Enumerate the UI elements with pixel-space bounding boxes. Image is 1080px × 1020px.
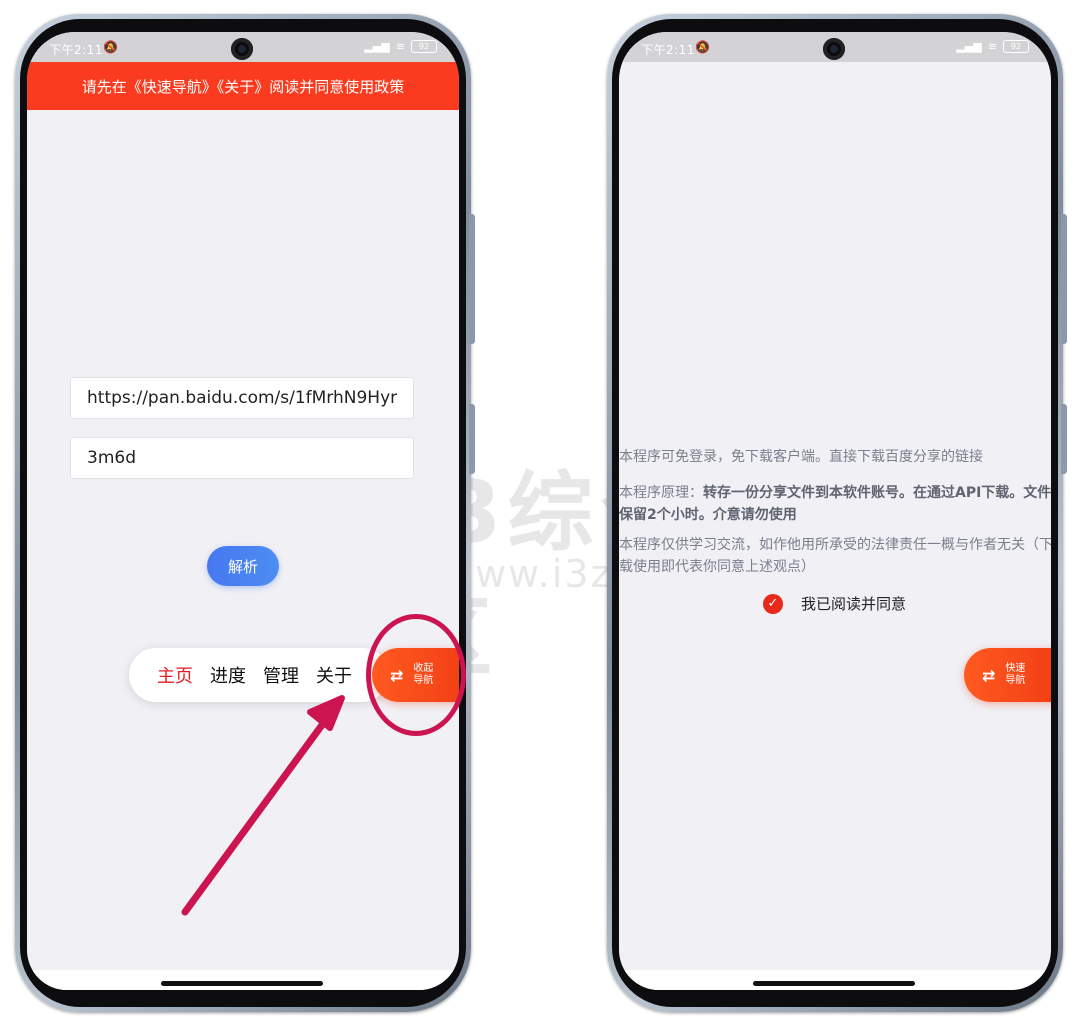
battery-icon: 92 (411, 40, 437, 53)
home-indicator[interactable] (753, 981, 915, 986)
mute-icon: 🔕 (103, 40, 118, 54)
left-screen: 下午2:11 🔕 ▂▄▆ ≋ 92 请先在《快速导航》《关于》阅读并同意使用政策… (27, 32, 459, 990)
status-icons: ▂▄▆ ≋ 92 (364, 40, 437, 53)
policy-line-2-prefix: 本程序原理： (619, 485, 703, 501)
checkmark-icon[interactable]: ✓ (763, 593, 783, 614)
battery-icon: 92 (1003, 40, 1029, 53)
policy-line-1: 本程序可免登录，免下载客户端。直接下载百度分享的链接 (619, 449, 983, 465)
fab-label-line1: 快速 (1005, 663, 1026, 674)
agree-checkbox-row[interactable]: ✓ 我已阅读并同意 (763, 593, 906, 614)
mute-icon: 🔕 (695, 40, 710, 54)
policy-banner[interactable]: 请先在《快速导航》《关于》阅读并同意使用政策 (27, 62, 459, 110)
parse-button[interactable]: 解析 (207, 546, 279, 586)
nav-item-home[interactable]: 主页 (157, 662, 193, 688)
signal-icon: ▂▄▆ (956, 40, 982, 53)
policy-line-2: 本程序原理：转存一份分享文件到本软件账号。在通过API下载。文件保留2个小时。介… (619, 482, 1051, 526)
nav-item-progress[interactable]: 进度 (210, 662, 246, 688)
nav-item-about[interactable]: 关于 (316, 662, 352, 688)
wifi-icon: ≋ (395, 40, 405, 53)
power-button (1061, 404, 1067, 474)
signal-icon: ▂▄▆ (364, 40, 390, 53)
right-phone: 下午2:11 🔕 ▂▄▆ ≋ 92 本程序可免登录，免下载客户端。直接下载百度分… (607, 14, 1067, 1012)
home-indicator[interactable] (161, 981, 323, 986)
front-camera (231, 38, 253, 60)
nav-item-manage[interactable]: 管理 (263, 662, 299, 688)
annotation-circle (366, 614, 466, 736)
status-time: 下午2:11 (49, 43, 103, 57)
fab-label-line2: 导航 (1005, 675, 1026, 686)
volume-button (1061, 214, 1067, 344)
front-camera (823, 38, 845, 60)
wifi-icon: ≋ (987, 40, 997, 53)
extract-code-input[interactable]: 3m6d (70, 437, 414, 479)
volume-button (469, 214, 475, 344)
swap-icon: ⇄ (982, 665, 996, 685)
policy-line-3: 本程序仅供学习交流，如作他用所承受的法律责任一概与作者无关（下载使用即代表你同意… (619, 537, 1051, 575)
power-button (469, 404, 475, 474)
status-icons: ▂▄▆ ≋ 92 (956, 40, 1029, 53)
fab-label: 快速 导航 (1005, 663, 1027, 687)
nav-bar-area (27, 970, 459, 990)
right-screen: 下午2:11 🔕 ▂▄▆ ≋ 92 本程序可免登录，免下载客户端。直接下载百度分… (619, 32, 1051, 990)
agree-label: 我已阅读并同意 (801, 595, 907, 613)
quick-nav-button[interactable]: ⇄ 快速 导航 (964, 648, 1051, 702)
bottom-nav: 主页 进度 管理 关于 (129, 648, 389, 702)
left-phone: 下午2:11 🔕 ▂▄▆ ≋ 92 请先在《快速导航》《关于》阅读并同意使用政策… (15, 14, 475, 1012)
share-link-input[interactable]: https://pan.baidu.com/s/1fMrhN9Hyr (70, 377, 414, 419)
status-time: 下午2:11 (641, 43, 695, 57)
nav-bar-area (619, 970, 1051, 990)
